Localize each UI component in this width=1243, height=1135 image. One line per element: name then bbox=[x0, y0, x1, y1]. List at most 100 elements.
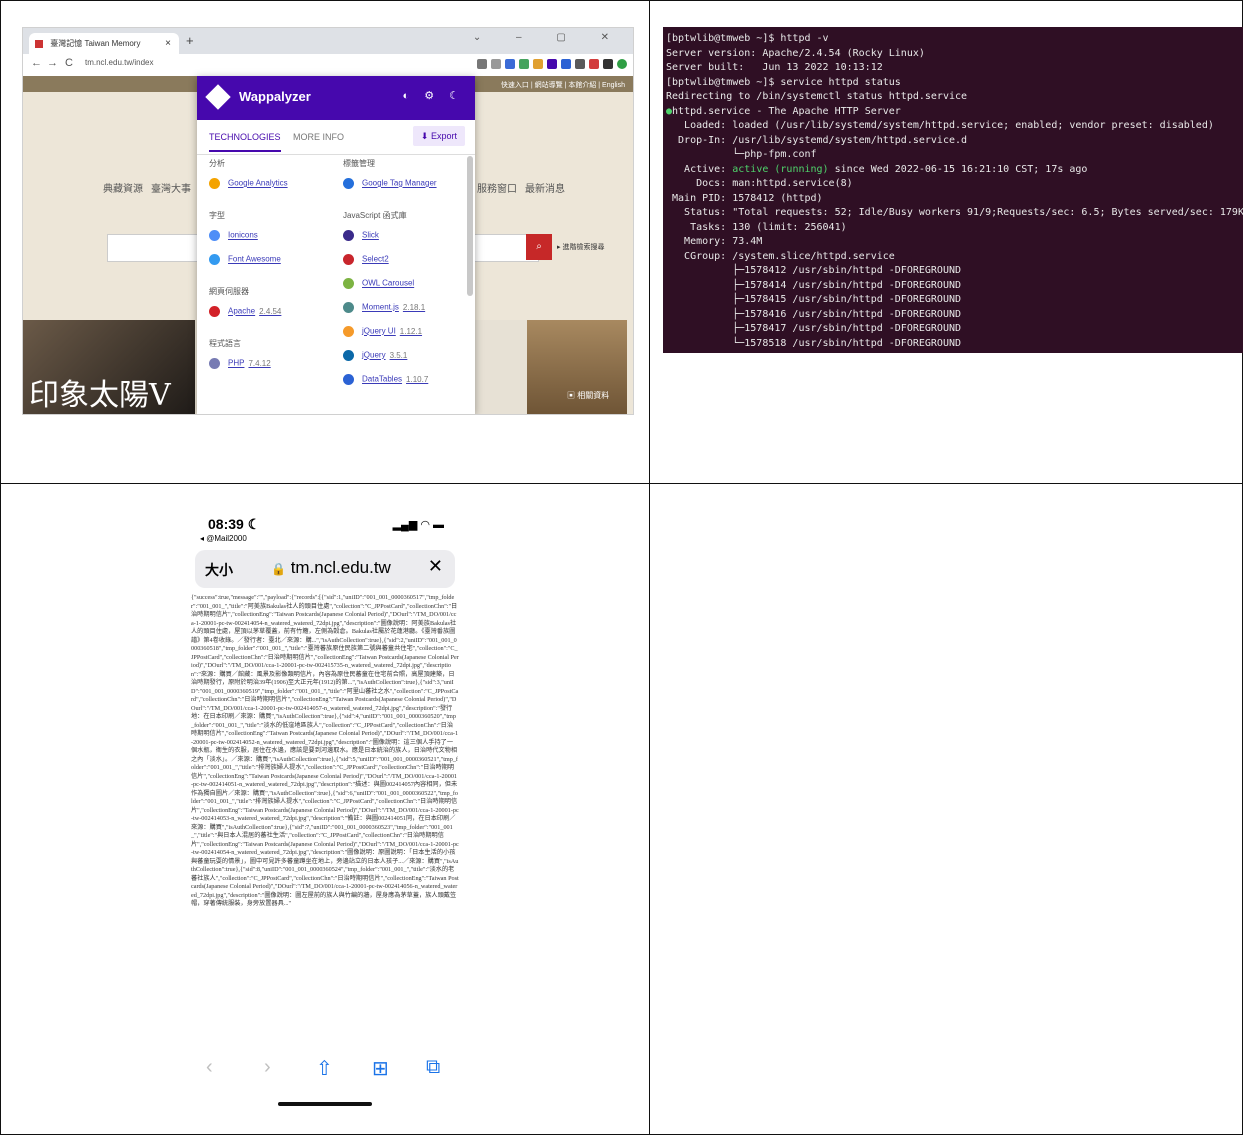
tab-more-info[interactable]: MORE INFO bbox=[293, 132, 344, 142]
site-nav-item[interactable]: 典藏資源 bbox=[103, 180, 143, 195]
profile-avatar[interactable] bbox=[617, 59, 627, 69]
terminal-line: ├─1578414 /usr/sbin/httpd -DFOREGROUND bbox=[666, 279, 962, 291]
technologies-list: 分析 Google Analytics 字型 Ionicons Font Awesome… bbox=[197, 154, 465, 414]
tab-technologies[interactable]: TECHNOLOGIES bbox=[209, 132, 281, 152]
site-image-card[interactable]: ▣ 相關資料 bbox=[527, 320, 627, 414]
technology-name: Ionicons bbox=[228, 230, 258, 240]
technology-item[interactable]: Google Tag Manager bbox=[343, 178, 437, 189]
technology-item[interactable]: Ionicons bbox=[209, 230, 258, 241]
technology-icon bbox=[343, 254, 354, 265]
star-icon[interactable] bbox=[491, 59, 501, 69]
technology-icon bbox=[209, 306, 220, 317]
moon-icon: ☾ bbox=[247, 516, 261, 532]
site-nav-item[interactable]: 臺灣大事 bbox=[151, 180, 191, 195]
terminal-line: CGroup: /system.slice/httpd.service bbox=[666, 250, 895, 262]
extension-icon[interactable] bbox=[519, 59, 529, 69]
technology-icon bbox=[343, 374, 354, 385]
share-icon[interactable] bbox=[477, 59, 487, 69]
share-icon[interactable]: ⇧ bbox=[316, 1056, 333, 1081]
browser-tab[interactable]: 臺灣記憶 Taiwan Memory × bbox=[29, 33, 179, 54]
technology-name: Select2 bbox=[362, 254, 389, 264]
advanced-search-link[interactable]: ▸ 進階檢索搜尋 bbox=[557, 242, 604, 252]
site-nav-item[interactable]: 最新消息 bbox=[525, 180, 565, 195]
hero-text: 印象太陽V bbox=[29, 378, 171, 413]
url-text: tm.ncl.edu.tw bbox=[290, 558, 391, 577]
back-to-app-link[interactable]: ◂ @Mail2000 bbox=[200, 534, 247, 543]
terminal-line: Server version: Apache/2.4.54 (Rocky Lin… bbox=[666, 47, 925, 59]
url-field[interactable]: tm.ncl.edu.tw/index bbox=[85, 58, 153, 67]
url-display[interactable]: 🔒 tm.ncl.edu.tw bbox=[271, 558, 391, 578]
reload-button[interactable]: C bbox=[65, 57, 73, 69]
search-icon[interactable]: ⌕ bbox=[526, 234, 552, 260]
terminal-line: ├─1578415 /usr/sbin/httpd -DFOREGROUND bbox=[666, 294, 962, 305]
forward-button[interactable]: → bbox=[47, 57, 58, 69]
technology-item[interactable]: Select2 bbox=[343, 254, 389, 265]
bookmarks-icon[interactable]: ⊞ bbox=[372, 1056, 389, 1081]
terminal-line: Tasks: 130 (limit: 256041) bbox=[666, 221, 847, 233]
technology-item[interactable]: OWL Carousel bbox=[343, 278, 414, 289]
tab-close-icon[interactable]: × bbox=[165, 33, 171, 54]
terminal-line: ●httpd.service - The Apache HTTP Server bbox=[666, 105, 901, 117]
technology-name: OWL Carousel bbox=[362, 278, 415, 288]
technology-item[interactable]: Apache 2.4.54 bbox=[209, 306, 281, 317]
text-size-button[interactable]: 大小 bbox=[205, 560, 233, 580]
terminal-line: Drop-In: /usr/lib/systemd/system/httpd.s… bbox=[666, 134, 968, 146]
category-heading: 字型 bbox=[209, 211, 225, 220]
technology-icon bbox=[343, 178, 354, 189]
technology-item[interactable]: Font Awesome bbox=[209, 254, 281, 265]
safari-address-bar[interactable]: 大小 🔒 tm.ncl.edu.tw ✕ bbox=[195, 550, 455, 588]
wappalyzer-scrollbar[interactable] bbox=[467, 156, 473, 296]
technology-item[interactable]: Moment.js 2.18.1 bbox=[343, 302, 425, 313]
close-icon[interactable]: ✕ bbox=[428, 556, 443, 577]
status-time-text: 08:39 bbox=[208, 516, 244, 532]
hero-image[interactable]: 印象太陽V bbox=[23, 320, 195, 414]
terminal-line: └─php-fpm.conf bbox=[666, 149, 817, 160]
technology-item[interactable]: PHP 7.4.12 bbox=[209, 358, 271, 369]
new-tab-button[interactable]: + bbox=[186, 33, 194, 48]
window-controls[interactable]: ⌄ – ▢ ✕ bbox=[473, 32, 625, 43]
wappalyzer-extension-icon[interactable] bbox=[547, 59, 557, 69]
back-button[interactable]: ← bbox=[31, 57, 42, 69]
extension-icon[interactable] bbox=[589, 59, 599, 69]
extension-icon[interactable] bbox=[561, 59, 571, 69]
export-label: Export bbox=[430, 131, 457, 141]
puzzle-icon[interactable] bbox=[603, 59, 613, 69]
terminal-line: Main PID: 1578412 (httpd) bbox=[666, 192, 823, 204]
technology-icon bbox=[343, 326, 354, 337]
technology-item[interactable]: jQuery UI 1.12.1 bbox=[343, 326, 422, 337]
status-time: 08:39 ☾ bbox=[208, 516, 260, 533]
technology-version: 3.5.1 bbox=[389, 350, 408, 360]
terminal-line: Memory: 73.4M bbox=[666, 236, 763, 247]
status-dot-icon: ● bbox=[666, 105, 673, 117]
back-arrow-icon[interactable]: ‹ bbox=[206, 1056, 213, 1079]
extension-icon[interactable] bbox=[533, 59, 543, 69]
export-button[interactable]: ⬇ Export bbox=[412, 126, 465, 146]
wappalyzer-controls[interactable]: ◐ ⚙ ☾ bbox=[403, 89, 465, 102]
technology-icon bbox=[209, 254, 220, 265]
safari-toolbar: ‹ › ⇧ ⊞ ⧉ bbox=[188, 1050, 462, 1086]
grid-line-middle bbox=[0, 483, 1243, 484]
technology-icon bbox=[209, 178, 220, 189]
browser-window: 臺灣記憶 Taiwan Memory × + ⌄ – ▢ ✕ ← → C tm.… bbox=[22, 27, 634, 415]
technology-item[interactable]: DataTables 1.10.7 bbox=[343, 374, 428, 385]
wappalyzer-title: Wappalyzer bbox=[239, 89, 311, 104]
tabs-icon[interactable]: ⧉ bbox=[426, 1056, 440, 1079]
site-nav-item[interactable]: 服務窗口 bbox=[477, 180, 517, 195]
site-top-links[interactable]: 快速入口 | 網站導覽 | 本館介紹 | English bbox=[501, 80, 625, 90]
technology-item[interactable]: Google Analytics bbox=[209, 178, 288, 189]
wappalyzer-popup: Wappalyzer ◐ ⚙ ☾ TECHNOLOGIES MORE INFO … bbox=[197, 76, 475, 414]
technology-item[interactable]: Slick bbox=[343, 230, 379, 241]
download-icon: ⬇ bbox=[420, 131, 429, 141]
technology-icon bbox=[343, 350, 354, 361]
technology-item[interactable]: jQuery 3.5.1 bbox=[343, 350, 407, 361]
extension-icon[interactable] bbox=[575, 59, 585, 69]
technology-name: Font Awesome bbox=[228, 254, 281, 264]
forward-arrow-icon[interactable]: › bbox=[264, 1056, 271, 1079]
tab-title: 臺灣記憶 Taiwan Memory bbox=[50, 39, 141, 48]
technology-name: Google Tag Manager bbox=[362, 178, 437, 188]
signal-wifi-battery-icon: ▂▄▆ ◠ ▬ bbox=[392, 519, 444, 531]
extension-icon[interactable] bbox=[505, 59, 515, 69]
technology-version: 1.12.1 bbox=[399, 326, 423, 336]
terminal-line: Loaded: loaded (/usr/lib/systemd/system/… bbox=[666, 120, 1214, 131]
category-heading: JavaScript 函式庫 bbox=[343, 211, 407, 220]
